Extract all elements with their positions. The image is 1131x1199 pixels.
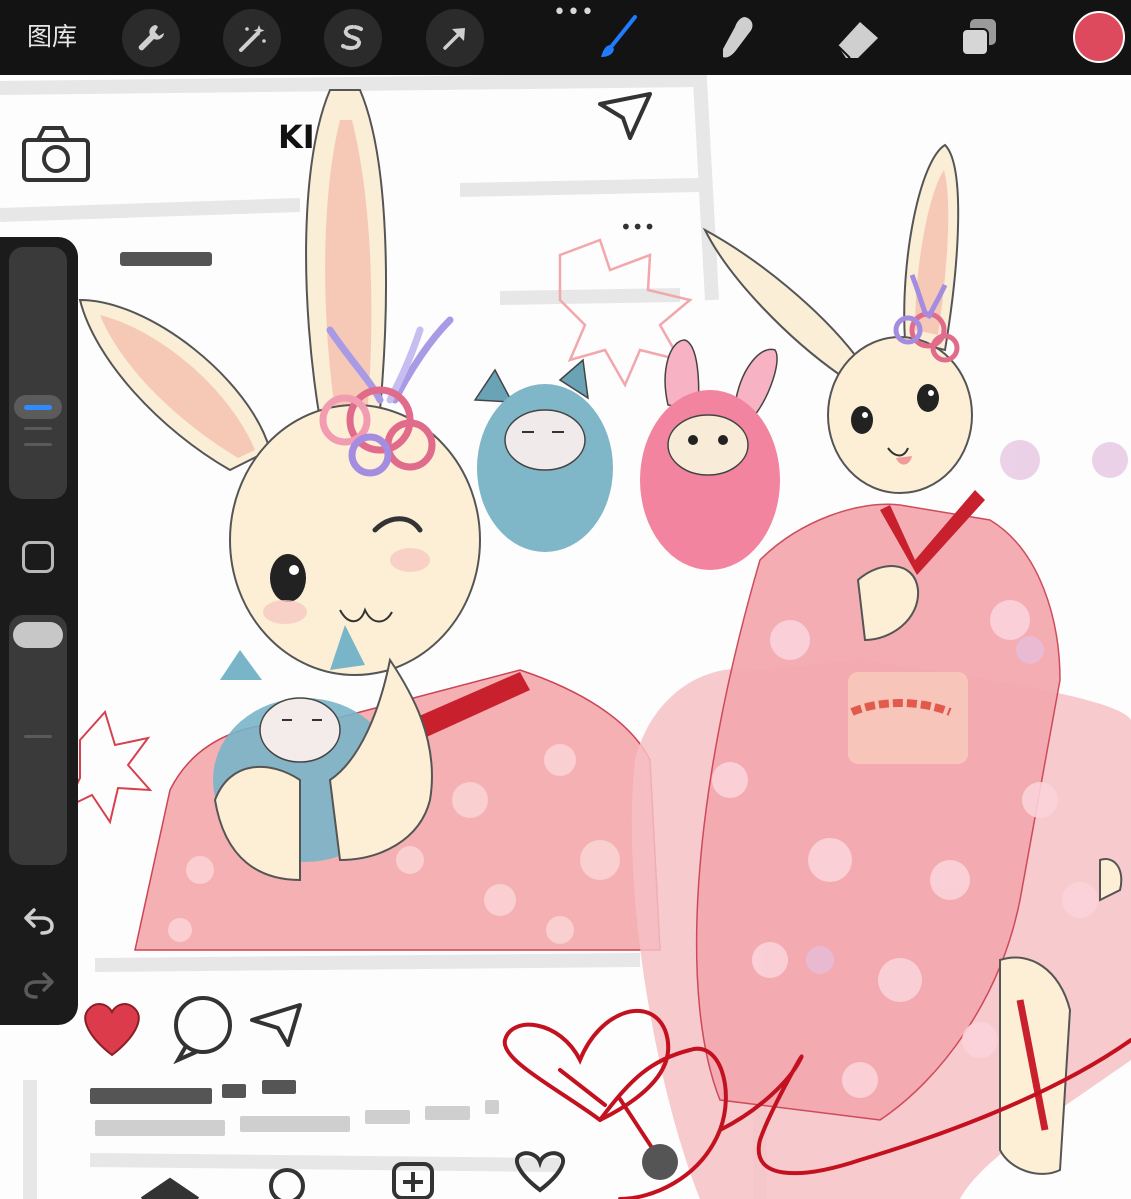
mock-header-text: KI — [278, 118, 315, 156]
actions-button[interactable] — [122, 9, 180, 67]
caption-placeholders — [90, 1080, 499, 1136]
adjustments-button[interactable] — [223, 9, 281, 67]
send-icon — [598, 92, 652, 140]
opacity-tick — [24, 735, 52, 738]
smudge-finger-icon — [723, 17, 753, 58]
modify-button[interactable] — [22, 541, 54, 573]
size-tick — [24, 427, 52, 430]
right-bunny — [631, 143, 1131, 1199]
layers-icon — [961, 19, 996, 56]
artwork: KI ••• — [0, 75, 1131, 1199]
brush-icon — [601, 15, 637, 57]
wrench-icon — [138, 25, 164, 51]
opacity-slider[interactable] — [9, 615, 67, 865]
undo-button[interactable] — [20, 903, 58, 939]
share-send-icon — [250, 1003, 302, 1047]
magic-wand-icon — [239, 25, 266, 52]
smudge-button[interactable] — [708, 9, 766, 67]
pink-plush-doll — [640, 339, 780, 570]
brush-size-knob[interactable] — [14, 395, 62, 419]
drawing-canvas[interactable]: KI ••• — [0, 75, 1131, 1199]
camera-icon — [22, 126, 90, 182]
selection-button[interactable] — [324, 9, 382, 67]
brush-size-slider[interactable] — [9, 247, 67, 499]
selection-s-icon — [341, 24, 363, 50]
undo-icon — [24, 908, 54, 935]
redo-icon — [24, 972, 54, 999]
left-sidebar — [0, 237, 78, 1025]
brush-button[interactable] — [588, 9, 646, 67]
svg-text:•••: ••• — [620, 215, 655, 239]
gallery-button[interactable]: 图库 — [27, 20, 77, 54]
top-toolbar: 图库 ••• — [0, 0, 1131, 75]
eraser-button[interactable] — [828, 9, 886, 67]
opacity-knob[interactable] — [13, 622, 63, 648]
size-tick — [24, 443, 52, 446]
eraser-icon — [837, 22, 878, 59]
transform-button[interactable] — [426, 9, 484, 67]
blue-plush-doll — [473, 358, 613, 552]
comment-icon — [173, 996, 232, 1065]
heart-like-icon — [84, 1003, 140, 1057]
bottom-nav-icons — [140, 1144, 678, 1199]
layers-button[interactable] — [950, 9, 1008, 67]
color-picker-button[interactable] — [1073, 11, 1125, 63]
arrow-cursor-icon — [443, 28, 465, 50]
redo-button[interactable] — [20, 967, 58, 1003]
